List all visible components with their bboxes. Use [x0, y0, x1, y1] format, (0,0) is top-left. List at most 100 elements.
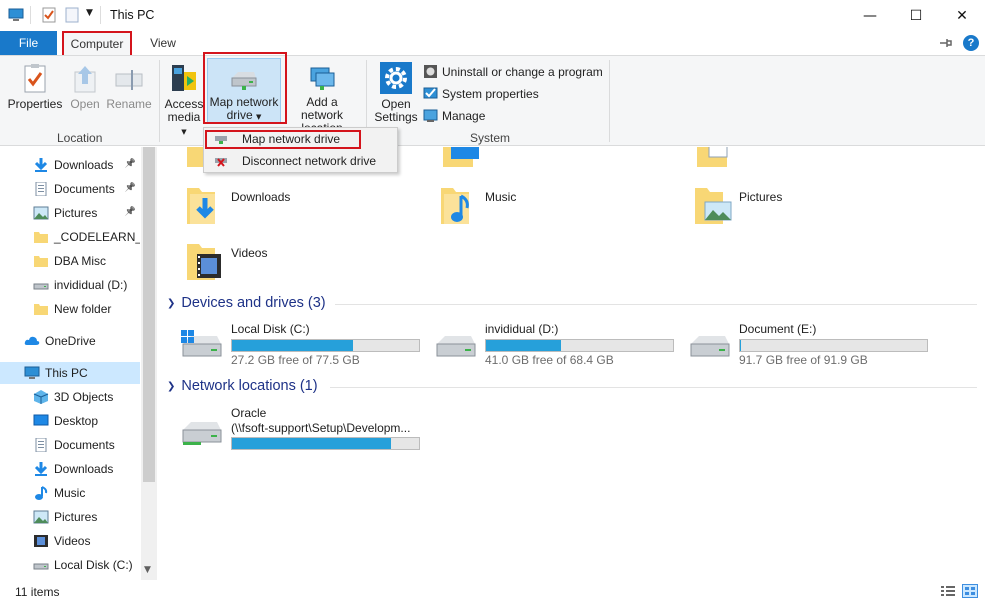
nav-scrollbar-thumb[interactable]	[143, 147, 155, 482]
music-folder-icon	[441, 188, 469, 224]
documents-folder-icon	[697, 147, 728, 167]
section-network-locations[interactable]: ❯ Network locations (1)	[167, 378, 318, 394]
manage-label: Manage	[442, 108, 486, 123]
cloud-icon	[24, 336, 40, 345]
nav-item-pictures[interactable]: Pictures	[0, 506, 140, 528]
open-button[interactable]: Open	[66, 64, 104, 111]
nav-item-label: Music	[54, 486, 86, 500]
usage-fill	[486, 340, 561, 351]
folder-videos[interactable]: Videos	[185, 240, 385, 286]
folder-downloads[interactable]: Downloads	[185, 184, 385, 230]
picture-icon	[33, 510, 49, 524]
nav-item-this-pc[interactable]: This PC	[0, 362, 140, 384]
nav-item-label: Pictures	[54, 510, 98, 524]
section-title: Devices and drives (3)	[181, 295, 326, 311]
qa-customize-chevron-icon[interactable]: ▼	[86, 8, 93, 18]
title-bar: ▼ This PC — ☐ ✕	[0, 0, 985, 31]
nav-item-music[interactable]: Music	[0, 482, 140, 504]
properties-icon	[24, 64, 46, 93]
nav-item-documents[interactable]: Documents 📌	[0, 178, 140, 200]
access-media-icon	[172, 65, 196, 91]
uninstall-program-button[interactable]: Uninstall or change a program	[423, 64, 603, 79]
nav-item-pictures[interactable]: Pictures 📌	[0, 202, 140, 224]
drive-icon	[33, 283, 49, 290]
section-divider	[335, 304, 977, 305]
scroll-down-icon[interactable]: ▼	[144, 565, 151, 575]
nav-item-downloads[interactable]: Downloads	[0, 458, 140, 480]
usage-fill	[232, 340, 354, 351]
cube-icon	[33, 390, 49, 404]
pin-ribbon-icon[interactable]	[939, 37, 953, 49]
map-network-drive-button[interactable]: Map network drive ▼	[207, 66, 281, 124]
content-pane: Downloads Music Pictures Videos ❯ Device…	[157, 147, 985, 580]
nav-item-codelearn[interactable]: _CODELEARN_-_	[0, 226, 140, 248]
rename-button[interactable]: Rename	[106, 64, 152, 111]
open-settings-button[interactable]: Open Settings	[373, 62, 419, 124]
drive-icon	[436, 336, 476, 357]
tab-file[interactable]: File	[0, 31, 57, 55]
drive-item[interactable]: invididual (D:) 41.0 GB free of 68.4 GB	[433, 322, 683, 367]
nav-item-documents[interactable]: Documents	[0, 434, 140, 456]
computer-icon[interactable]	[8, 7, 24, 23]
manage-icon	[423, 109, 438, 122]
access-media-button[interactable]: Access media ▼	[164, 62, 204, 139]
nav-item-videos[interactable]: Videos	[0, 530, 140, 552]
section-devices-and-drives[interactable]: ❯ Devices and drives (3)	[167, 295, 326, 311]
nav-item-onedrive[interactable]: OneDrive	[0, 330, 140, 352]
nav-item-label: Desktop	[54, 414, 99, 428]
title-divider	[100, 6, 101, 24]
window-title: This PC	[110, 8, 155, 22]
download-icon	[34, 462, 48, 476]
drive-free-space: 41.0 GB free of 68.4 GB	[485, 353, 614, 367]
disconnect-drive-icon	[215, 158, 227, 167]
properties-button[interactable]: Properties	[8, 64, 62, 111]
drive-free-space: 27.2 GB free of 77.5 GB	[231, 353, 360, 367]
qa-divider	[30, 6, 31, 24]
pin-icon: 📌	[124, 159, 136, 169]
map-drive-chevron-icon: ▼	[255, 113, 262, 121]
tiles-view-icon[interactable]	[962, 584, 978, 598]
properties-check-icon[interactable]	[41, 7, 57, 23]
nav-item-desktop[interactable]: Desktop	[0, 410, 140, 432]
chevron-down-icon: ❯	[167, 380, 176, 392]
minimize-button[interactable]: —	[847, 0, 893, 31]
nav-item-invididual-d[interactable]: invididual (D:)	[0, 274, 140, 296]
manage-button[interactable]: Manage	[423, 108, 485, 123]
menu-item-disconnect-network-drive[interactable]: Disconnect network drive	[204, 151, 397, 171]
menu-item-map-network-drive[interactable]: Map network drive	[204, 129, 397, 149]
network-location-usage-bar	[231, 437, 420, 450]
drive-item[interactable]: Local Disk (C:) 27.2 GB free of 77.5 GB	[179, 322, 429, 367]
nav-item-local-disk-c[interactable]: Local Disk (C:)	[0, 554, 140, 576]
nav-item-3d-objects[interactable]: 3D Objects	[0, 386, 140, 408]
nav-scrollbar[interactable]: ▼	[141, 147, 157, 580]
document-icon	[35, 182, 47, 196]
close-button[interactable]: ✕	[939, 0, 985, 31]
open-settings-label-2: Settings	[374, 110, 418, 124]
network-location-oracle[interactable]: Oracle (\\fsoft-support\Setup\Developm..…	[179, 406, 429, 462]
desktop-icon	[33, 414, 49, 426]
add-network-location-button[interactable]: Add a network location	[284, 66, 360, 135]
uninstall-icon	[424, 65, 437, 78]
help-icon[interactable]: ?	[963, 35, 979, 51]
folder-pictures[interactable]: Pictures	[693, 184, 893, 230]
rename-icon	[115, 70, 143, 90]
maximize-button[interactable]: ☐	[893, 0, 939, 31]
windows-drive-icon	[181, 330, 222, 357]
folder-icon	[34, 256, 48, 267]
nav-item-dba-misc[interactable]: DBA Misc	[0, 250, 140, 272]
tab-view[interactable]: View	[140, 31, 186, 55]
details-view-icon[interactable]	[940, 584, 956, 598]
system-properties-button[interactable]: System properties	[423, 86, 539, 101]
folder-name: Music	[485, 190, 517, 204]
nav-item-downloads[interactable]: Downloads 📌	[0, 154, 140, 176]
nav-item-label: Downloads	[54, 158, 114, 172]
nav-item-new-folder[interactable]: New folder	[0, 298, 140, 320]
drive-item[interactable]: Document (E:) 91.7 GB free of 91.9 GB	[687, 322, 937, 367]
new-folder-icon[interactable]	[64, 7, 80, 23]
downloads-folder-icon	[187, 188, 215, 224]
nav-item-label: Documents	[54, 438, 115, 452]
access-media-chevron-icon: ▼	[181, 128, 187, 136]
tab-computer[interactable]: Computer	[62, 31, 132, 55]
pin-icon: 📌	[124, 207, 136, 217]
folder-music[interactable]: Music	[439, 184, 639, 230]
